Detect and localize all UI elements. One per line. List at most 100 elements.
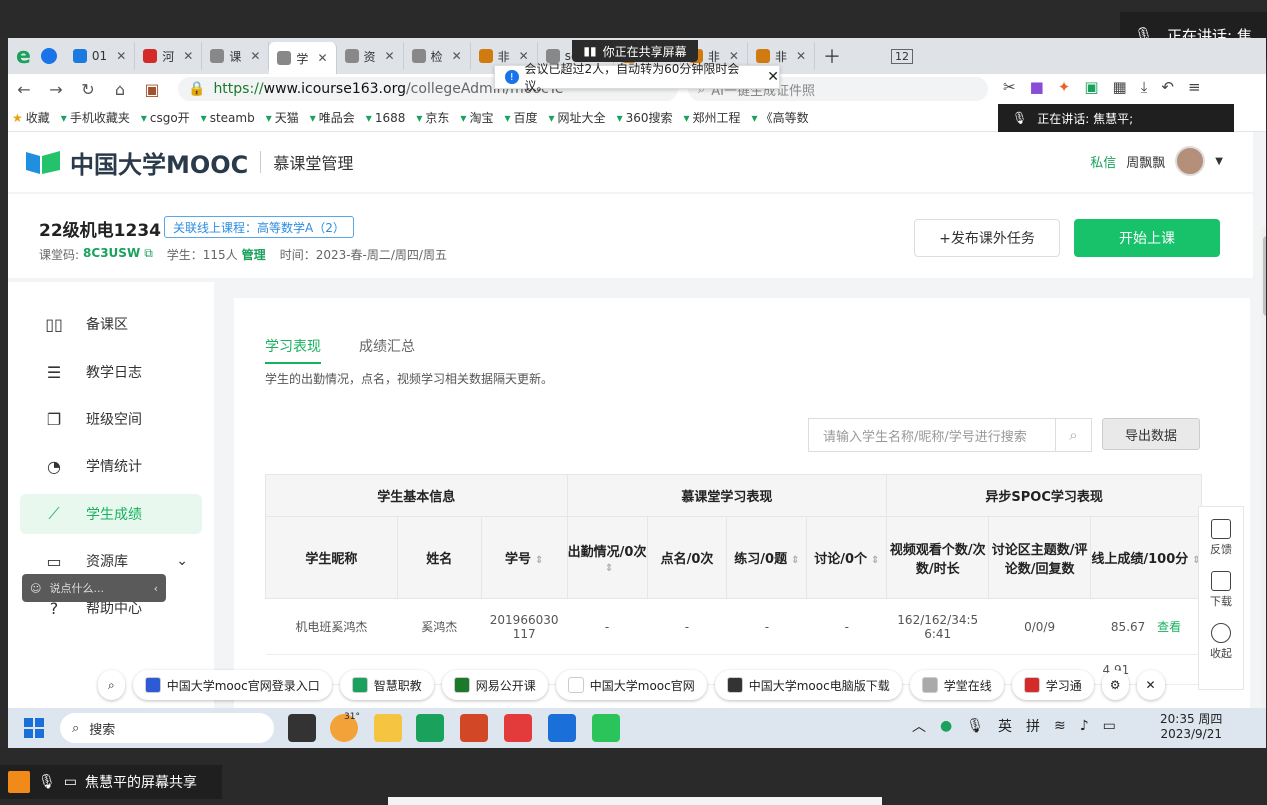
taskbar-search[interactable]: ⌕ 搜索: [60, 713, 274, 743]
user-name[interactable]: 周飘飘: [1126, 152, 1165, 171]
sidebar-item[interactable]: ◔ 学情统计: [20, 446, 202, 486]
publish-task-button[interactable]: +发布课外任务: [914, 219, 1060, 257]
pinned-site[interactable]: 中国大学mooc电脑版下载: [714, 670, 902, 700]
scrollbar-thumb[interactable]: [1263, 236, 1266, 316]
feedback-button[interactable]: 反馈: [1210, 519, 1232, 557]
scissors-icon[interactable]: ✂: [1003, 78, 1016, 96]
close-tab-icon[interactable]: ✕: [250, 49, 260, 63]
ime-language[interactable]: 英: [998, 716, 1012, 736]
powerpoint-icon[interactable]: [460, 714, 488, 742]
pinned-site[interactable]: 智慧职教: [339, 670, 434, 700]
export-button[interactable]: 导出数据: [1102, 418, 1200, 450]
class-code[interactable]: 8C3USW: [83, 246, 140, 263]
close-tab-icon[interactable]: ✕: [317, 51, 327, 65]
wechat-icon[interactable]: [592, 714, 620, 742]
tab-learning-performance[interactable]: 学习表现: [265, 336, 321, 364]
wifi-icon[interactable]: ≋: [1054, 718, 1066, 734]
browser-tab[interactable]: 课 ✕: [202, 42, 270, 70]
close-tab-icon[interactable]: ✕: [385, 49, 395, 63]
bookmark-item[interactable]: ▾ 1688: [366, 111, 406, 125]
bookmark-item[interactable]: ▾ 淘宝: [460, 109, 493, 126]
windows-start-icon[interactable]: [24, 718, 44, 738]
mic-icon[interactable]: 🎙: [966, 718, 984, 734]
user-menu[interactable]: 私信 周飘飘 ▼: [1090, 146, 1223, 176]
bookmark-item[interactable]: ▾ 360搜索: [617, 109, 673, 126]
weather-icon[interactable]: 31°: [330, 712, 360, 742]
bookmark-item[interactable]: ▾ csgo开: [141, 109, 190, 126]
back-icon[interactable]: ←: [8, 80, 40, 99]
site-logo[interactable]: 中国大学MOOC: [24, 145, 248, 180]
column-header[interactable]: 出勤情况/0次⇕: [566, 516, 648, 599]
briefcase-icon[interactable]: ▣: [136, 80, 168, 99]
bookmark-item[interactable]: ▾ 《高等数: [752, 109, 809, 126]
avatar[interactable]: [1175, 146, 1206, 176]
pinned-search[interactable]: ⌕: [98, 670, 125, 700]
browser-taskbar-icon[interactable]: [416, 714, 444, 742]
messages-link[interactable]: 私信: [1090, 152, 1116, 171]
browser-tab[interactable]: 河 ✕: [135, 42, 203, 70]
meeting-icon[interactable]: [548, 714, 576, 742]
chevron-down-icon[interactable]: ⌄: [176, 553, 188, 569]
menu-icon[interactable]: ≡: [1188, 78, 1201, 96]
bookmark-item[interactable]: ▾ 京东: [416, 109, 449, 126]
apps-icon[interactable]: ▦: [1113, 78, 1127, 96]
undo-icon[interactable]: ↶: [1161, 78, 1174, 96]
close-tab-icon[interactable]: ✕: [183, 49, 193, 63]
bookmark-item[interactable]: ▾ 手机收藏夹: [61, 109, 130, 126]
settings-gear-icon[interactable]: ⚙: [1101, 670, 1129, 700]
clock[interactable]: 20:35 周四 2023/9/21: [1160, 712, 1222, 742]
browser-tab[interactable]: 学 ✕: [269, 42, 337, 74]
pinned-site[interactable]: 学习通: [1011, 670, 1094, 700]
translate-icon[interactable]: ■: [1030, 78, 1044, 96]
sidebar-item[interactable]: ❐ 班级空间: [20, 399, 202, 439]
sidebar-item[interactable]: ☰ 教学日志: [20, 352, 202, 392]
column-header[interactable]: 练习/0题 ⇕: [726, 516, 808, 599]
bookmark-icon[interactable]: ▣: [1084, 78, 1098, 96]
chevron-up-icon[interactable]: ︿: [912, 716, 926, 736]
bookmark-item[interactable]: ▾ 天猫: [266, 109, 299, 126]
bookmark-item[interactable]: ▾ 网址大全: [549, 109, 606, 126]
close-tab-icon[interactable]: ✕: [116, 49, 126, 63]
pinned-site[interactable]: 中国大学mooc官网: [555, 670, 707, 700]
linked-course-tag[interactable]: 关联线上课程：高等数学A（2）: [164, 216, 354, 238]
view-link[interactable]: 查看: [1157, 620, 1181, 634]
browser-logo[interactable]: e: [8, 42, 65, 70]
sort-icon[interactable]: ⇕: [535, 555, 543, 566]
close-tab-icon[interactable]: ✕: [452, 49, 462, 63]
browser-tab[interactable]: 01 ✕: [65, 42, 136, 70]
chat-input[interactable]: ☺ 说点什么... ‹: [22, 574, 166, 602]
column-header[interactable]: 线上成绩/100分 ⇕: [1090, 516, 1202, 599]
close-icon[interactable]: ✕: [1136, 670, 1165, 700]
browser-tab[interactable]: 检 ✕: [404, 42, 471, 70]
bookmark-item[interactable]: ▾ steamb: [201, 111, 255, 125]
student-search-input[interactable]: 请输入学生名称/昵称/学号进行搜索: [808, 418, 1056, 452]
app-tray-icon[interactable]: ●: [940, 718, 952, 734]
wps-icon[interactable]: [504, 714, 532, 742]
browser-tab[interactable]: 资 ✕: [337, 42, 404, 70]
column-header[interactable]: 学号 ⇕: [480, 516, 568, 599]
collapse-button[interactable]: 收起: [1210, 623, 1232, 661]
pinned-site[interactable]: 网易公开课: [441, 670, 548, 700]
ime-mode[interactable]: 拼: [1026, 716, 1040, 736]
volume-icon[interactable]: ♪: [1080, 718, 1089, 734]
download-icon[interactable]: ⤓: [1141, 78, 1148, 96]
pinned-site[interactable]: 学堂在线: [909, 670, 1004, 700]
pinned-site[interactable]: 中国大学mooc官网登录入口: [132, 670, 332, 700]
home-icon[interactable]: ⌂: [104, 80, 136, 99]
column-header[interactable]: 讨论/0个 ⇕: [806, 516, 888, 599]
tab-grade-summary[interactable]: 成绩汇总: [359, 336, 415, 364]
battery-icon[interactable]: ▭: [1103, 718, 1116, 734]
tab-count[interactable]: 12: [883, 42, 921, 70]
game-icon[interactable]: ✦: [1058, 78, 1071, 96]
close-tab-icon[interactable]: ✕: [796, 49, 806, 63]
bookmark-item[interactable]: ▾ 百度: [504, 109, 537, 126]
sort-icon[interactable]: ⇕: [871, 555, 879, 566]
bookmark-item[interactable]: ▾ 郑州工程: [684, 109, 741, 126]
chevron-left-icon[interactable]: ‹: [154, 582, 158, 595]
sort-icon[interactable]: ⇕: [605, 563, 613, 574]
close-icon[interactable]: ✕: [767, 69, 779, 85]
start-class-button[interactable]: 开始上课: [1074, 219, 1220, 257]
bookmark-item[interactable]: ★ 收藏: [12, 109, 50, 126]
taskview-icon[interactable]: [288, 714, 316, 742]
manage-link[interactable]: 管理: [242, 246, 266, 263]
